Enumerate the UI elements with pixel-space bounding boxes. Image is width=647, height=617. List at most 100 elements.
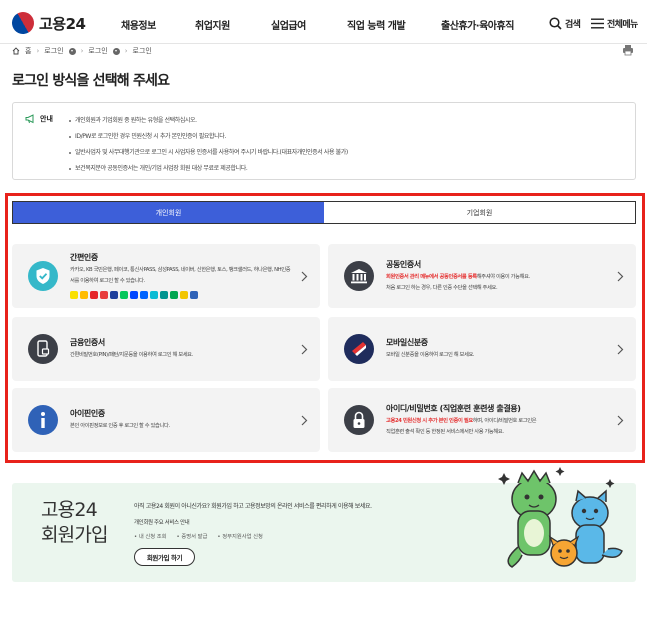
mobile-id-title: 모바일신분증 <box>386 338 428 347</box>
search-label: 검색 <box>565 20 581 30</box>
global-header: 고용24 채용정보 취업지원 실업급여 직업 능력 개발 출산휴가·육아휴직 검… <box>0 0 647 44</box>
provider-icon <box>190 291 198 299</box>
provider-icon <box>180 291 188 299</box>
banner-title: 고용24 회원가입 <box>41 498 109 548</box>
phone-card-icon <box>28 334 58 364</box>
financial-cert-desc: 간편비밀번호(PIN)/패턴/지문등을 이용하여 로그인 해 보세요. <box>70 352 193 358</box>
banner-service-item: 증명서 발급 <box>177 532 207 540</box>
signup-banner: 고용24 회원가입 아직 고용24 회원이 아니신가요? 회원가입 하고 고용정… <box>12 467 636 582</box>
nav-item-unemployment-benefit[interactable]: 실업급여 <box>271 17 306 32</box>
joint-cert-desc-line2: 처음 로그인 하는 경우, 다른 인증 수단을 선택해 주세요. <box>386 285 498 291</box>
kakao-icon <box>70 291 78 299</box>
toss-icon <box>140 291 148 299</box>
banner-service-item: 내 신청 조회 <box>134 532 167 540</box>
info-icon <box>28 405 58 435</box>
id-password-desc-emphasis: 고용24 민원신청 시 추가 본인 인증이 필요 <box>386 418 473 424</box>
all-menu-label: 전체메뉴 <box>607 20 638 30</box>
id-password-desc-rest: 하며, 아이디/비밀번호 로그인은 <box>472 418 537 424</box>
breadcrumb-level-2[interactable]: 로그인 <box>88 46 107 56</box>
mobile-id-desc: 모바일 신분증을 이용하여 로그인 해 보세요. <box>386 352 475 358</box>
home-icon[interactable] <box>12 47 20 55</box>
tab-corporate[interactable]: 기업회원 <box>324 202 635 223</box>
notice-item: 보건복지분야 공동인증서는 개인/기업 사업장 회원 대상 무료로 제공합니다. <box>69 161 348 177</box>
breadcrumb-home[interactable]: 홈 <box>25 46 31 56</box>
megaphone-icon <box>25 114 34 124</box>
kb-bank-icon <box>80 291 88 299</box>
simple-auth-title: 간편인증 <box>70 253 98 262</box>
login-option-ipin[interactable]: 아이핀인증 본인 아이핀정보로 인증 후 로그인 할 수 있습니다. <box>12 388 320 452</box>
mobile-id-icon <box>344 334 374 364</box>
banner-subheading: 개인회원 주요 서비스 안내 <box>134 520 190 526</box>
joint-cert-desc-rest: 해주셔야 이용이 가능해요. <box>476 274 530 280</box>
chevron-right-icon <box>301 271 308 282</box>
banner-service-item: 정부지원사업 신청 <box>217 532 263 540</box>
banksalad-icon <box>150 291 158 299</box>
notice-item: 일반사업자 및 사무대행기관으로 로그인 시 사업자용 인증서를 사용하여 주시… <box>69 145 348 161</box>
search-icon <box>549 17 562 30</box>
naver-icon <box>120 291 128 299</box>
tab-personal[interactable]: 개인회원 <box>13 202 324 223</box>
chevron-right-icon <box>301 344 308 355</box>
nav-item-job-training[interactable]: 직업 능력 개발 <box>347 17 406 32</box>
chevron-right-icon <box>617 271 624 282</box>
mascot-illustration <box>498 467 623 568</box>
breadcrumb-separator: › <box>124 47 128 55</box>
chevron-right-icon <box>617 415 624 426</box>
page-title: 로그인 방식을 선택해 주세요 <box>12 73 170 89</box>
simple-auth-desc: 카카오, KB 국민은행, 페이코, 통신사PASS, 삼성PASS, 네이버,… <box>70 267 291 284</box>
chevron-right-icon <box>301 415 308 426</box>
login-option-simple-auth[interactable]: 간편인증 카카오, KB 국민은행, 페이코, 통신사PASS, 삼성PASS,… <box>12 244 320 308</box>
notice-box: 안내 개인회원과 기업회원 중 원하는 유형을 선택하십시오. ID/PW로 로… <box>12 102 636 180</box>
banner-title-line2: 회원가입 <box>41 524 109 546</box>
login-option-id-password[interactable]: 아이디/비밀번호 (직업훈련 훈련생 출결용) 고용24 민원신청 시 추가 본… <box>328 388 636 452</box>
chevron-down-icon[interactable] <box>68 47 76 55</box>
nav-item-employment-support[interactable]: 취업지원 <box>195 17 230 32</box>
notice-heading: 안내 <box>25 114 53 124</box>
breadcrumb-level-3[interactable]: 로그인 <box>133 46 152 56</box>
financial-cert-title: 금융인증서 <box>70 338 105 347</box>
notice-list: 개인회원과 기업회원 중 원하는 유형을 선택하십시오. ID/PW로 로그인한… <box>69 113 348 177</box>
notice-item: 개인회원과 기업회원 중 원하는 유형을 선택하십시오. <box>69 113 348 129</box>
joint-cert-desc-emphasis: 회원인증서 관리 메뉴에서 공동인증서를 등록 <box>386 274 477 280</box>
hamburger-menu-icon <box>591 18 604 29</box>
shinhan-icon <box>130 291 138 299</box>
logo-text: 고용24 <box>39 14 86 33</box>
breadcrumb-separator: › <box>80 47 84 55</box>
ipin-desc: 본인 아이핀정보로 인증 후 로그인 할 수 있습니다. <box>70 423 170 429</box>
login-option-financial-certificate[interactable]: 금융인증서 간편비밀번호(PIN)/패턴/지문등을 이용하여 로그인 해 보세요… <box>12 317 320 381</box>
notice-label: 안내 <box>40 115 53 123</box>
login-option-mobile-id[interactable]: 모바일신분증 모바일 신분증을 이용하여 로그인 해 보세요. <box>328 317 636 381</box>
samsung-pass-icon <box>110 291 118 299</box>
chevron-right-icon <box>617 344 624 355</box>
lock-icon <box>344 405 374 435</box>
id-password-desc: 고용24 민원신청 시 추가 본인 인증이 필요하며, 아이디/비밀번호 로그인… <box>386 416 608 438</box>
id-password-desc-line2: 직업훈련 출석 확인 등 한정된 서비스에서만 사용 가능해요. <box>386 429 504 435</box>
site-logo[interactable]: 고용24 <box>7 7 86 39</box>
joint-cert-desc: 회원인증서 관리 메뉴에서 공동인증서를 등록해주셔야 이용이 가능해요. 처음 … <box>386 272 608 294</box>
bank-icon <box>344 261 374 291</box>
all-menu-button[interactable]: 전체메뉴 <box>591 17 638 30</box>
login-option-joint-certificate[interactable]: 공동인증서 회원인증서 관리 메뉴에서 공동인증서를 등록해주셔야 이용이 가능… <box>328 244 636 308</box>
signup-button[interactable]: 회원가입 하기 <box>134 548 195 566</box>
provider-logos <box>70 291 198 299</box>
nh-icon <box>170 291 178 299</box>
print-icon[interactable] <box>622 44 634 56</box>
search-button[interactable]: 검색 <box>549 17 581 30</box>
id-password-title: 아이디/비밀번호 (직업훈련 훈련생 출결용) <box>386 404 521 413</box>
nav-item-jobs[interactable]: 채용정보 <box>121 17 156 32</box>
banner-service-list: 내 신청 조회 증명서 발급 정부지원사업 신청 <box>134 532 263 540</box>
banner-title-line1: 고용24 <box>41 499 98 521</box>
chevron-down-icon[interactable] <box>112 47 120 55</box>
nav-item-parental-leave[interactable]: 출산휴가·육아휴직 <box>441 17 514 32</box>
breadcrumb: 홈 › 로그인 › 로그인 › 로그인 <box>12 45 152 57</box>
pass-icon <box>100 291 108 299</box>
hana-bank-icon <box>160 291 168 299</box>
ipin-title: 아이핀인증 <box>70 409 105 418</box>
joint-cert-title: 공동인증서 <box>386 260 421 269</box>
shield-check-icon <box>28 261 58 291</box>
taegeuk-logo-icon <box>7 7 39 39</box>
member-type-tabs: 개인회원 기업회원 <box>12 201 636 224</box>
breadcrumb-separator: › <box>36 47 40 55</box>
breadcrumb-level-1[interactable]: 로그인 <box>44 46 63 56</box>
payco-icon <box>90 291 98 299</box>
